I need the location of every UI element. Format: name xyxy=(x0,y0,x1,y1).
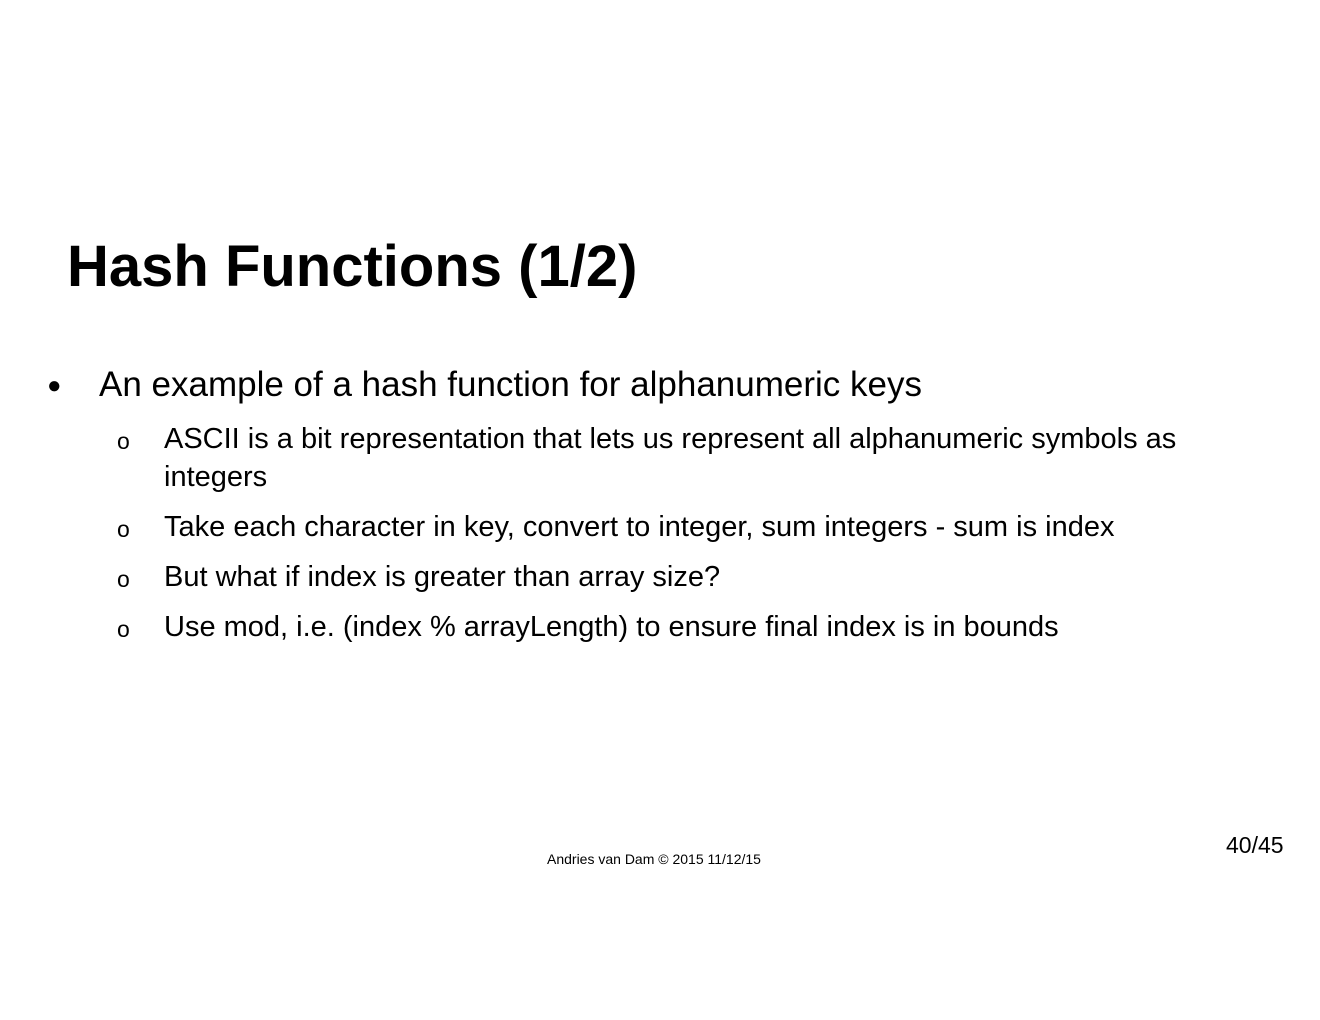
slide-title: Hash Functions (1/2) xyxy=(67,234,638,299)
sub-bullet-circle-icon: o xyxy=(117,428,130,454)
slide: Hash Functions (1/2) ● An example of a h… xyxy=(0,0,1320,1020)
sub-bullet-text: ASCII is a bit representation that lets … xyxy=(164,423,1177,493)
sub-bullet-item: o ASCII is a bit representation that let… xyxy=(0,420,1320,496)
sub-bullet-circle-icon: o xyxy=(117,616,130,642)
page-number: 40/45 xyxy=(1226,832,1284,858)
sub-bullet-text: But what if index is greater than array … xyxy=(164,561,721,593)
sub-bullet-text: Use mod, i.e. (index % arrayLength) to e… xyxy=(164,611,1059,643)
sub-bullet-circle-icon: o xyxy=(117,516,130,542)
sub-bullet-circle-icon: o xyxy=(117,566,130,592)
slide-footer: Andries van Dam © 2015 11/12/15 xyxy=(547,851,761,867)
bullet-item: ● An example of a hash function for alph… xyxy=(0,362,1320,408)
sub-bullet-item: o But what if index is greater than arra… xyxy=(0,558,1320,596)
sub-bullet-item: o Take each character in key, convert to… xyxy=(0,508,1320,546)
sub-bullet-text: Take each character in key, convert to i… xyxy=(164,511,1115,543)
sub-bullet-list: o ASCII is a bit representation that let… xyxy=(0,420,1320,658)
bullet-dot-icon: ● xyxy=(47,372,62,399)
sub-bullet-item: o Use mod, i.e. (index % arrayLength) to… xyxy=(0,608,1320,646)
bullet-text: An example of a hash function for alphan… xyxy=(99,365,922,404)
